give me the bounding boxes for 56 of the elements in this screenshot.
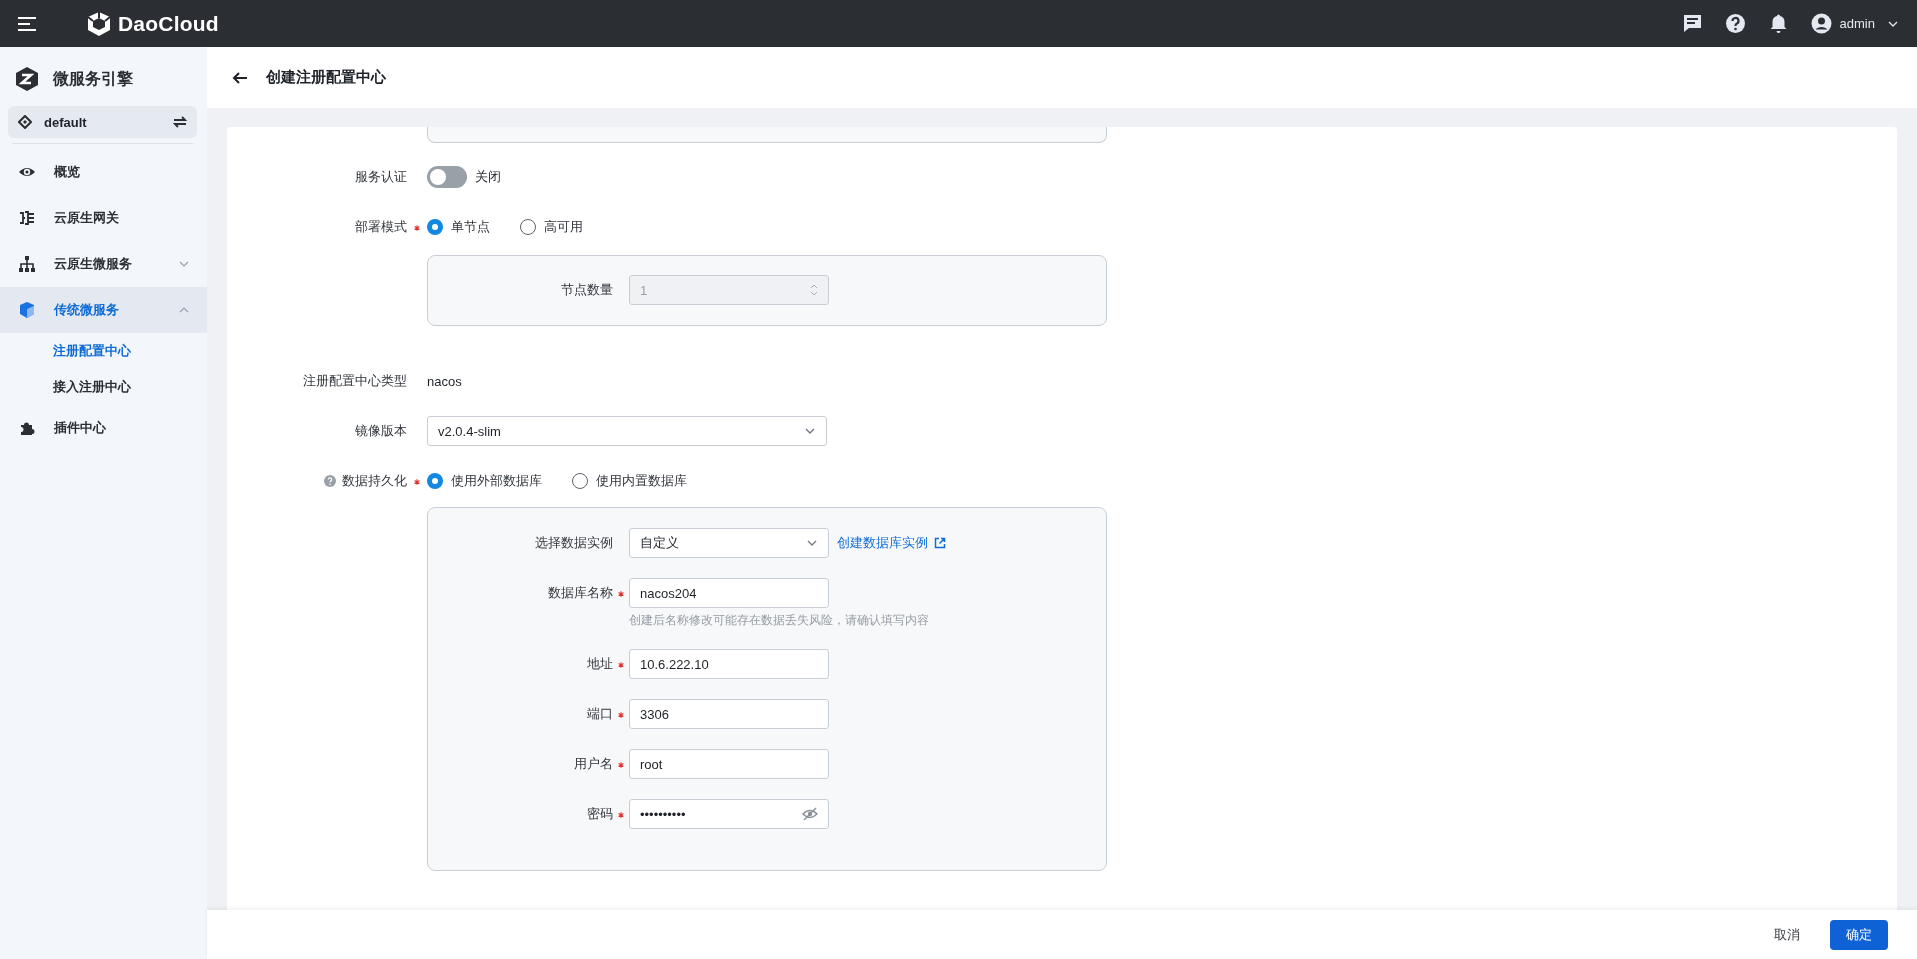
select-field[interactable]: 自定义 xyxy=(629,528,829,558)
hierarchy-icon xyxy=(18,255,36,273)
cancel-button[interactable]: 取消 xyxy=(1764,919,1810,950)
input-field[interactable]: root xyxy=(629,749,829,779)
nav-item[interactable]: 云原生微服务 xyxy=(0,241,207,287)
module-title: 微服务引擎 xyxy=(53,68,133,89)
help-icon[interactable] xyxy=(1724,13,1746,34)
nav-subitem[interactable]: 接入注册中心 xyxy=(0,369,207,405)
password-field[interactable]: •••••••••• xyxy=(629,799,829,829)
nav-item[interactable]: 概览 xyxy=(0,149,207,195)
create-database-link[interactable]: 创建数据库实例 xyxy=(837,534,946,552)
radio-option[interactable]: 高可用 xyxy=(520,218,583,236)
radio-option[interactable]: 单节点 xyxy=(427,218,490,236)
toggle-switch[interactable] xyxy=(427,166,467,188)
gateway-icon xyxy=(18,209,36,227)
message-icon[interactable] xyxy=(1681,13,1703,34)
field-label: 数据库名称 xyxy=(547,584,613,602)
input-field[interactable]: nacos204 xyxy=(629,578,829,608)
field-value: nacos xyxy=(427,373,463,389)
field-label: 密码 xyxy=(586,805,613,823)
field-label: 注册配置中心类型 xyxy=(302,372,407,390)
field-label: 用户名 xyxy=(573,755,613,773)
field-label: 选择数据实例 xyxy=(534,534,613,552)
switch-state: 关闭 xyxy=(475,168,501,186)
module-logo-icon xyxy=(14,66,40,92)
field-hint: 创建后名称修改可能存在数据丢失风险，请确认填写内容 xyxy=(629,612,930,629)
menu-icon[interactable] xyxy=(18,16,36,31)
switch-icon[interactable] xyxy=(173,115,187,129)
field-label: 节点数量 xyxy=(560,281,613,299)
nav-item[interactable]: 插件中心 xyxy=(0,405,207,451)
diamond-icon xyxy=(18,115,32,129)
radio-option[interactable]: 使用外部数据库 xyxy=(427,472,542,490)
field-label: 镜像版本 xyxy=(354,422,407,440)
cube-icon xyxy=(18,301,36,319)
nav-item[interactable]: 传统微服务 xyxy=(0,287,207,333)
field-label: 部署模式 xyxy=(354,218,407,236)
input-field[interactable]: 10.6.222.10 xyxy=(629,649,829,679)
input-field[interactable]: 3306 xyxy=(629,699,829,729)
field-label: 端口 xyxy=(586,705,613,723)
workspace-selector[interactable]: default xyxy=(8,106,197,138)
avatar-icon[interactable] xyxy=(1810,13,1832,34)
radio-option[interactable]: 使用内置数据库 xyxy=(572,472,687,490)
page-title: 创建注册配置中心 xyxy=(266,68,386,87)
logo-icon xyxy=(86,10,112,37)
brand-name: DaoCloud xyxy=(118,11,219,36)
nav-item[interactable]: 云原生网关 xyxy=(0,195,207,241)
external-link-icon xyxy=(934,537,946,549)
eye-slash-icon[interactable] xyxy=(802,807,818,821)
confirm-button[interactable]: 确定 xyxy=(1830,919,1888,950)
user-name[interactable]: admin xyxy=(1839,16,1875,31)
field-label: 服务认证 xyxy=(354,168,407,186)
nav-subitem[interactable]: 注册配置中心 xyxy=(0,333,207,369)
back-arrow-icon[interactable] xyxy=(232,69,248,86)
field-label: 数据持久化 xyxy=(227,472,407,490)
select-field[interactable]: v2.0.4-slim xyxy=(427,416,827,446)
field-label: 地址 xyxy=(586,655,613,673)
